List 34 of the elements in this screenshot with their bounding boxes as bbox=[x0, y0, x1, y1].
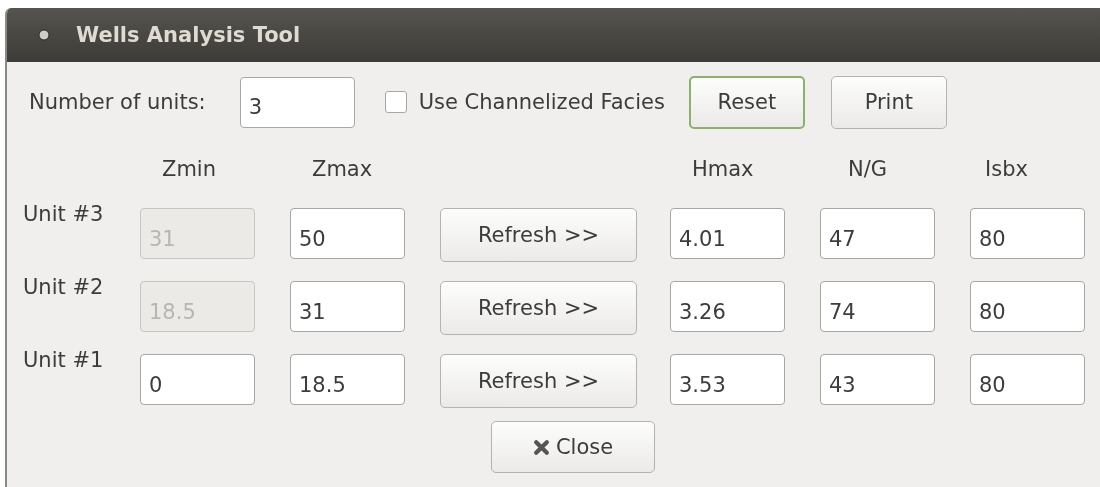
reset-button[interactable]: Reset bbox=[688, 75, 805, 129]
input-field[interactable]: 0 bbox=[140, 354, 255, 405]
input-field[interactable]: 47 bbox=[820, 208, 935, 259]
input-field[interactable]: 80 bbox=[970, 208, 1085, 259]
column-header: Zmin bbox=[161, 157, 217, 181]
column-header: Hmax bbox=[691, 157, 755, 181]
input-field[interactable]: 74 bbox=[820, 281, 935, 332]
input-field[interactable]: 80 bbox=[970, 281, 1085, 332]
input-field[interactable]: 50 bbox=[290, 208, 405, 259]
checkbox[interactable] bbox=[384, 91, 407, 113]
input-field[interactable]: 3 bbox=[239, 76, 355, 128]
field-label: Number of units: bbox=[29, 90, 206, 114]
input-field[interactable]: 4.01 bbox=[670, 208, 785, 259]
row-label: Unit #2 bbox=[22, 274, 105, 301]
column-header: N/G bbox=[847, 157, 889, 181]
column-header: Isbx bbox=[984, 157, 1029, 181]
input-field[interactable]: 18.5 bbox=[290, 354, 405, 405]
row-label: Unit #1 bbox=[22, 347, 105, 374]
close-button[interactable]: Close bbox=[491, 421, 655, 473]
refresh-button[interactable]: Refresh >> bbox=[440, 354, 637, 408]
input-field[interactable]: 3.26 bbox=[670, 281, 785, 332]
close-icon bbox=[532, 438, 550, 456]
input-field[interactable]: 3.53 bbox=[670, 354, 785, 405]
column-header: Zmax bbox=[311, 157, 374, 181]
window-menu-icon[interactable] bbox=[38, 29, 50, 41]
refresh-button[interactable]: Refresh >> bbox=[440, 281, 637, 335]
row-label: Unit #3 bbox=[22, 201, 105, 228]
refresh-button[interactable]: Refresh >> bbox=[440, 208, 637, 262]
print-button[interactable]: Print bbox=[830, 75, 947, 129]
window-title: Wells Analysis Tool bbox=[76, 23, 301, 47]
input-field[interactable]: 43 bbox=[820, 354, 935, 405]
input-field[interactable]: 31 bbox=[290, 281, 405, 332]
input-field[interactable]: 80 bbox=[970, 354, 1085, 405]
checkbox-label[interactable]: Use Channelized Facies bbox=[418, 90, 665, 114]
